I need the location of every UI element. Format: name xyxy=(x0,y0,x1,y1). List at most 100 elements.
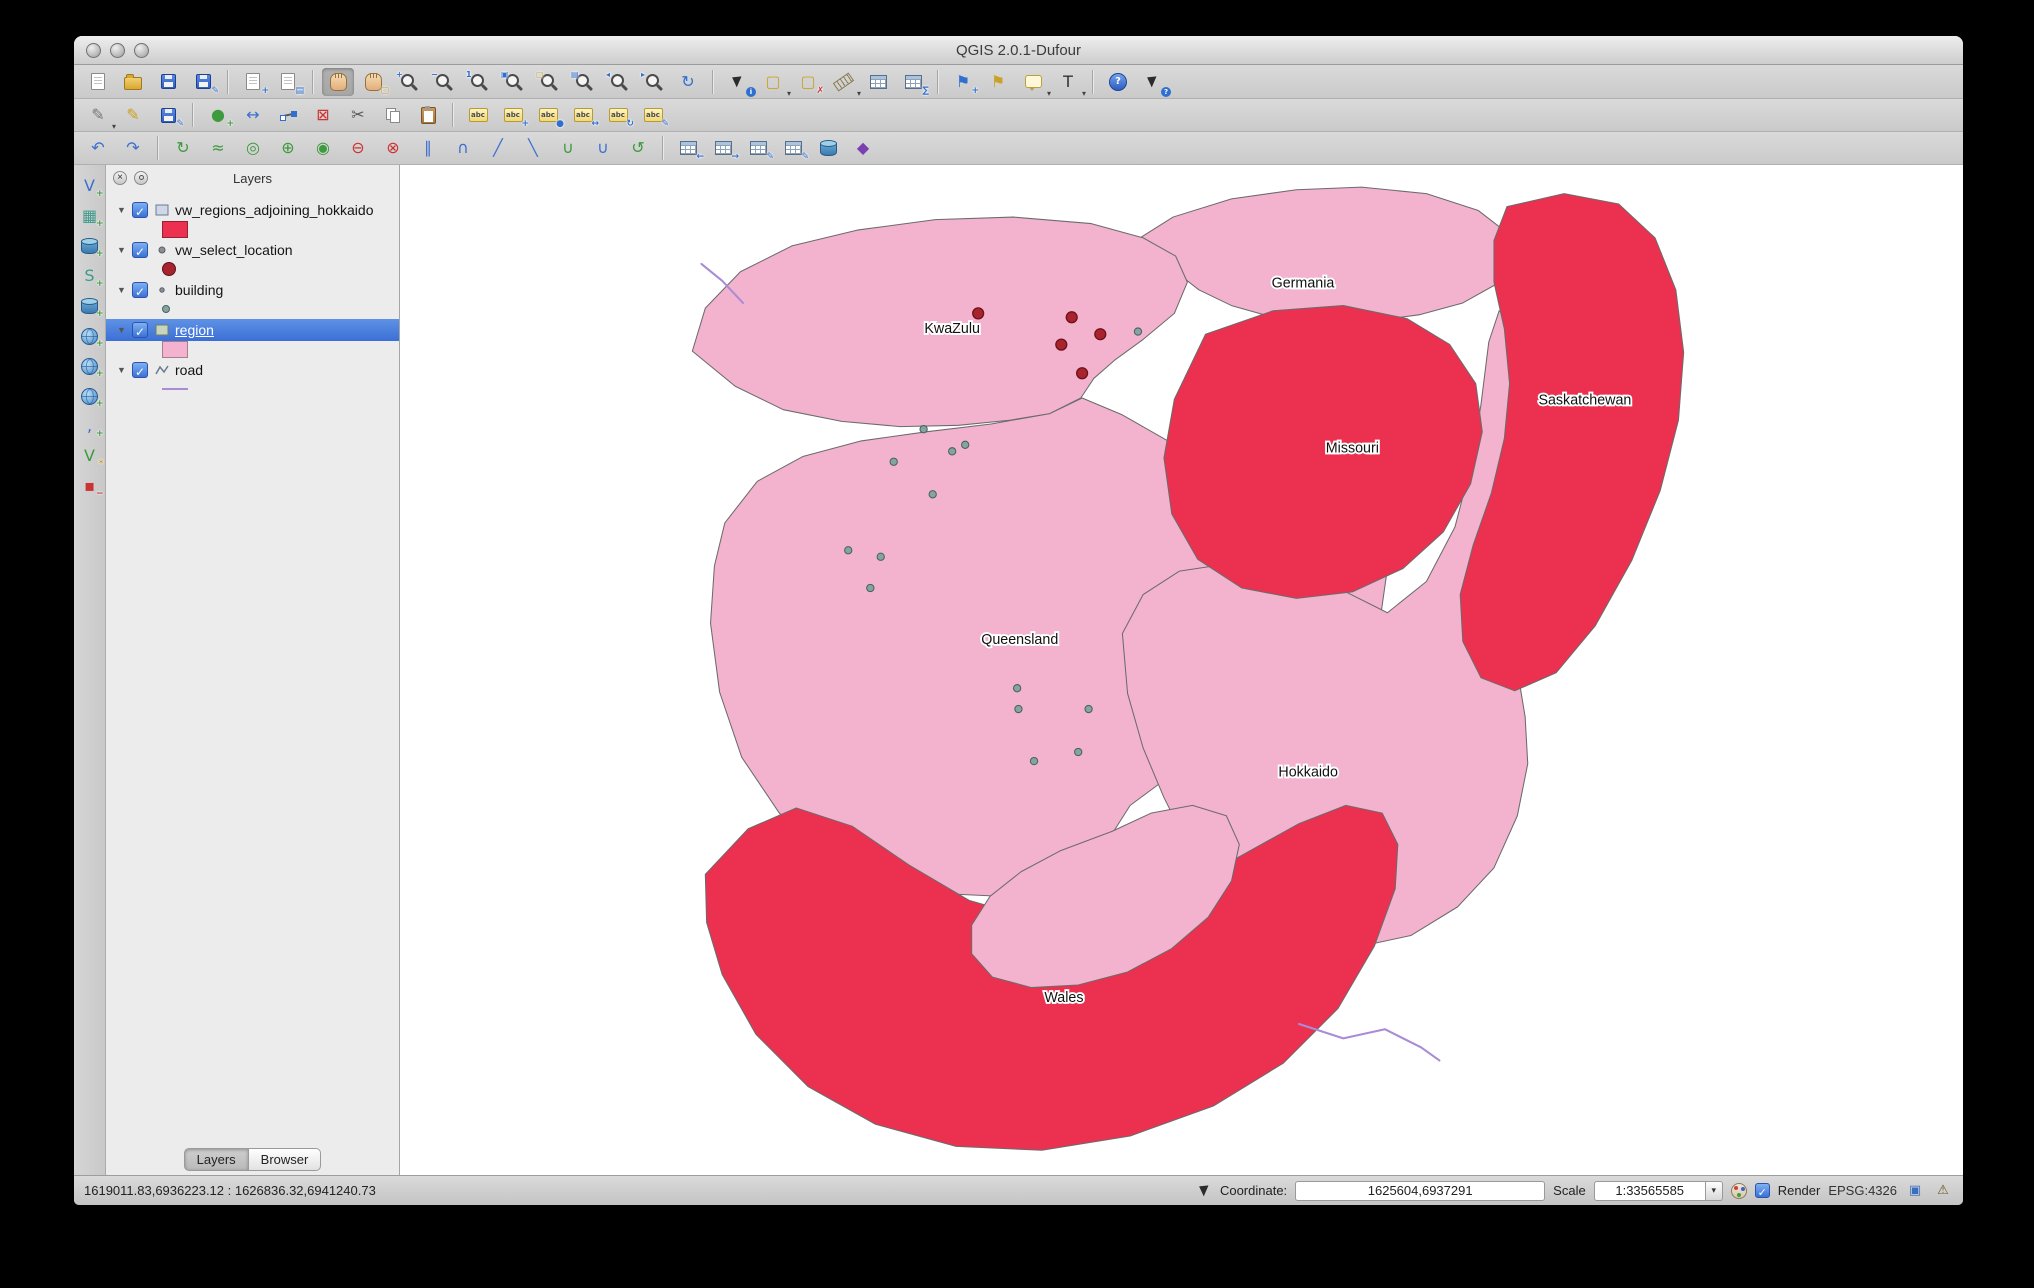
delete-selected-button[interactable]: ⊠ xyxy=(307,101,339,129)
zoom-out-button[interactable]: − xyxy=(427,68,459,96)
panel-float-button[interactable] xyxy=(134,171,148,185)
rotate-point-symbols-button[interactable]: ↺ xyxy=(622,134,654,162)
collapse-arrow-icon[interactable]: ▼ xyxy=(116,325,127,335)
add-ring-button[interactable]: ◎ xyxy=(237,134,269,162)
select-features-button[interactable]: ▢ ▾ xyxy=(757,68,791,97)
crs-status-button[interactable]: ▣ xyxy=(1905,1182,1925,1200)
redo-button[interactable]: ↷ xyxy=(117,134,149,162)
delete-part-button[interactable]: ⊗ xyxy=(377,134,409,162)
offset-curve-button[interactable]: ∥ xyxy=(412,134,444,162)
pan-to-selection-button[interactable]: ▢ xyxy=(357,68,389,96)
add-part-button[interactable]: ⊕ xyxy=(272,134,304,162)
toggle-editing-button[interactable]: ✎ xyxy=(117,101,149,129)
undo-button[interactable]: ↶ xyxy=(82,134,114,162)
db-manager-button[interactable] xyxy=(812,134,844,162)
messages-log-button[interactable]: ⚠ xyxy=(1933,1182,1953,1200)
collapse-arrow-icon[interactable]: ▼ xyxy=(116,205,127,215)
layer-visibility-checkbox[interactable]: ✓ xyxy=(132,322,148,339)
mouse-position-icon[interactable] xyxy=(1199,1183,1212,1198)
layer-item-region[interactable]: ▼ ✓ region xyxy=(106,319,399,341)
help-contents-button[interactable]: ? xyxy=(1102,68,1134,96)
collapse-arrow-icon[interactable]: ▼ xyxy=(116,245,127,255)
add-raster-layer-button[interactable]: ▦ + xyxy=(76,203,104,229)
text-annotation-button[interactable]: T ▾ xyxy=(1052,68,1086,97)
pan-map-button[interactable] xyxy=(322,67,354,96)
current-edits-button[interactable]: ✎ ▾ xyxy=(82,101,116,131)
new-bookmark-button[interactable]: ⚑ + xyxy=(947,68,979,96)
zoom-native-button[interactable]: 1 xyxy=(462,68,494,96)
coordinate-input[interactable] xyxy=(1295,1180,1546,1201)
tab-browser[interactable]: Browser xyxy=(248,1147,322,1171)
composer-manager-button[interactable]: ▤ xyxy=(272,68,304,96)
layer-visibility-checkbox[interactable]: ✓ xyxy=(132,202,148,219)
zoom-in-button[interactable]: + xyxy=(392,68,424,96)
add-vector-layer-button[interactable]: V + xyxy=(76,173,103,199)
deselect-features-button[interactable]: ▢ ✗ xyxy=(792,68,824,96)
layer-item-building[interactable]: ▼ ✓ building xyxy=(106,279,399,301)
zoom-to-selection-button[interactable]: ▢ xyxy=(532,68,564,96)
move-feature-button[interactable]: ↔ xyxy=(237,101,269,129)
save-project-button[interactable] xyxy=(152,68,184,96)
annotation-button[interactable]: ▾ xyxy=(1017,68,1051,97)
field-calculator-button[interactable]: ∑ xyxy=(897,68,929,96)
layer-item-road[interactable]: ▼ ✓ road xyxy=(106,359,399,381)
fill-ring-button[interactable]: ◉ xyxy=(307,134,339,162)
table-edit-features-button[interactable]: ✎ xyxy=(742,134,774,162)
layer-visibility-checkbox[interactable]: ✓ xyxy=(132,242,148,259)
whats-this-button[interactable]: ? xyxy=(1137,68,1171,97)
labeling-button[interactable] xyxy=(462,101,494,129)
layer-item-vw-select-location[interactable]: ▼ ✓ vw_select_location xyxy=(106,239,399,261)
render-checkbox[interactable]: ✓ xyxy=(1754,1183,1770,1199)
scale-dropdown-button[interactable]: ▾ xyxy=(1705,1180,1723,1201)
close-button[interactable] xyxy=(86,42,101,58)
cut-features-button[interactable]: ✂ xyxy=(342,101,374,129)
table-export-button[interactable]: → xyxy=(707,134,739,162)
scale-input[interactable] xyxy=(1593,1180,1706,1201)
save-project-as-button[interactable]: ✎ xyxy=(187,68,219,96)
label-properties-button[interactable]: ✎ xyxy=(637,101,669,129)
split-parts-button[interactable]: ╲ xyxy=(517,134,549,162)
add-spatialite-layer-button[interactable]: S + xyxy=(76,263,103,289)
split-features-button[interactable]: ╱ xyxy=(482,134,514,162)
new-project-button[interactable] xyxy=(82,68,114,96)
show-bookmarks-button[interactable]: ⚑ xyxy=(982,68,1014,96)
tab-layers[interactable]: Layers xyxy=(183,1147,249,1171)
merge-features-button[interactable]: ∪ xyxy=(552,134,584,162)
save-layer-edits-button[interactable]: ✎ xyxy=(152,101,184,129)
node-tool-button[interactable] xyxy=(272,101,304,129)
region-polygon-missouri[interactable] xyxy=(1163,305,1483,599)
zoom-last-button[interactable]: ◂ xyxy=(602,68,634,96)
merge-attributes-button[interactable]: ∪ xyxy=(587,134,619,162)
add-delimited-text-layer-button[interactable]: , + xyxy=(76,413,104,439)
open-project-button[interactable] xyxy=(117,68,149,96)
add-feature-button[interactable]: ● + xyxy=(202,101,234,129)
collapse-arrow-icon[interactable]: ▼ xyxy=(116,285,127,295)
zoom-full-button[interactable]: ▣ xyxy=(497,68,529,96)
rotate-feature-button[interactable]: ↻ xyxy=(167,134,199,162)
label-show-hide-button[interactable]: ● xyxy=(532,101,564,129)
stop-render-button[interactable] xyxy=(1730,1182,1747,1199)
minimize-button[interactable] xyxy=(110,42,125,58)
add-wcs-layer-button[interactable]: + xyxy=(76,353,104,379)
copy-features-button[interactable] xyxy=(377,101,409,129)
identify-features-button[interactable]: i xyxy=(722,68,756,97)
region-polygon-germania[interactable] xyxy=(1127,186,1513,324)
python-console-button[interactable]: ◆ xyxy=(847,134,879,162)
simplify-feature-button[interactable]: ≈ xyxy=(202,134,234,162)
layer-item-vw-regions-adjoining-hokkaido[interactable]: ▼ ✓ vw_regions_adjoining_hokkaido xyxy=(106,199,399,221)
add-wfs-layer-button[interactable]: + xyxy=(76,383,104,409)
reshape-features-button[interactable]: ∩ xyxy=(447,134,479,162)
collapse-arrow-icon[interactable]: ▼ xyxy=(116,365,127,375)
layer-visibility-checkbox[interactable]: ✓ xyxy=(132,282,148,299)
layer-visibility-checkbox[interactable]: ✓ xyxy=(132,362,148,379)
zoom-to-layer-button[interactable]: ▤ xyxy=(567,68,599,96)
paste-features-button[interactable] xyxy=(412,101,444,129)
remove-layer-button[interactable]: ▪ − xyxy=(76,473,103,499)
measure-button[interactable]: ▾ xyxy=(827,68,861,97)
label-pin-button[interactable]: + xyxy=(497,101,529,129)
panel-close-button[interactable]: × xyxy=(113,171,127,185)
map-canvas[interactable]: KwaZulu Germania Missouri Saskatchewan Q… xyxy=(400,165,1963,1175)
add-postgis-layer-button[interactable]: + xyxy=(76,233,104,259)
table-import-button[interactable]: ← xyxy=(672,134,704,162)
open-attribute-table-button[interactable] xyxy=(862,68,894,96)
